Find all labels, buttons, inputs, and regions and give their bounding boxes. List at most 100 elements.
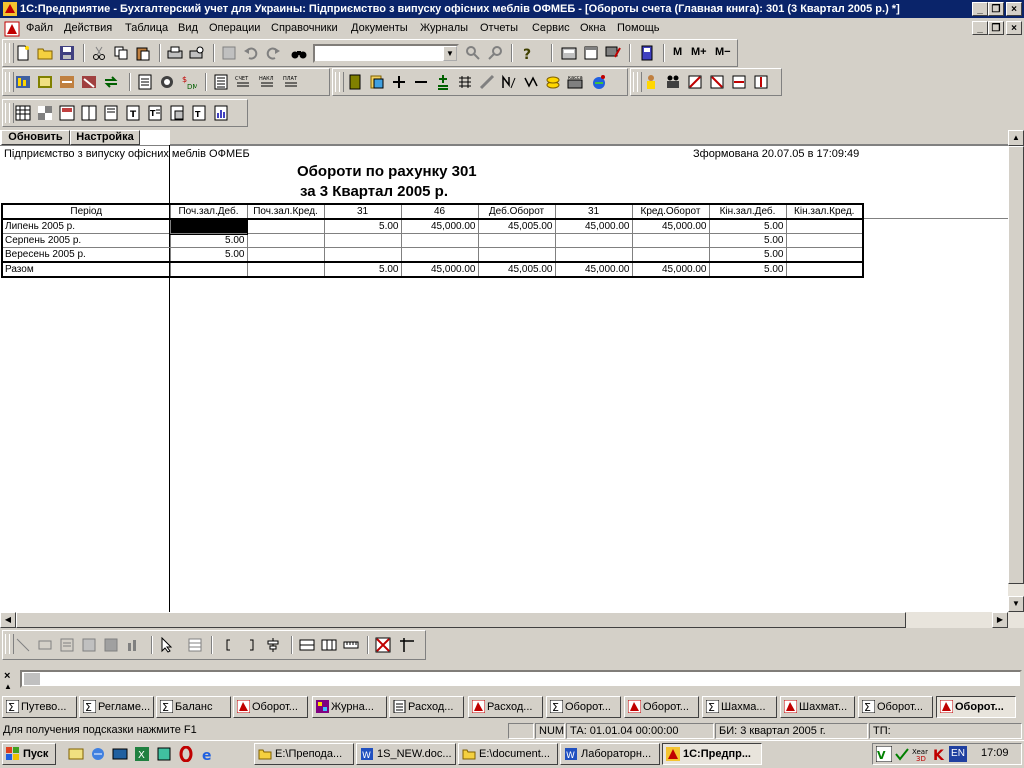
journal-t-list-icon[interactable]: T: [147, 105, 163, 121]
cash-register-icon[interactable]: касса: [567, 74, 583, 90]
child-window-icon[interactable]: [4, 21, 20, 37]
table-cell[interactable]: 5.00: [708, 233, 787, 248]
vertical-scrollbar[interactable]: ▲ ▼: [1008, 130, 1024, 612]
table-cell[interactable]: 5.00: [708, 218, 787, 234]
toolbar-grip[interactable]: [9, 634, 14, 654]
taskbar-task[interactable]: W 1S_NEW.doc...: [356, 743, 456, 765]
excel-icon[interactable]: X: [134, 746, 150, 762]
table-cell[interactable]: [785, 218, 864, 234]
account-card-icon[interactable]: [369, 74, 385, 90]
table-cell[interactable]: 45,005.00: [477, 261, 556, 278]
table-cell[interactable]: 5.00: [323, 261, 402, 278]
message-close-icon[interactable]: ×: [4, 670, 10, 682]
tmts-register-icon[interactable]: [137, 74, 153, 90]
table-cell[interactable]: [631, 233, 710, 248]
horizontal-scrollbar[interactable]: ◀ ▶: [0, 612, 1024, 628]
start-button[interactable]: Пуск: [2, 743, 56, 765]
table-cell[interactable]: 5.00: [169, 233, 248, 248]
new-document-icon[interactable]: [15, 45, 31, 61]
line-tool-icon[interactable]: [15, 637, 31, 653]
clock[interactable]: 17:09: [981, 747, 1009, 759]
find-next-icon[interactable]: [465, 45, 481, 61]
calendar-icon[interactable]: [583, 45, 599, 61]
antivirus-v-icon[interactable]: V: [876, 746, 892, 762]
pointer-arrow-icon[interactable]: [159, 637, 175, 653]
book-icon[interactable]: [639, 45, 655, 61]
memory-add-button[interactable]: M+: [691, 46, 707, 58]
column-header[interactable]: Кін.зал.Кред.: [785, 203, 864, 220]
menu-service[interactable]: Сервис: [532, 22, 570, 34]
table-cell[interactable]: [785, 233, 864, 248]
menu-reports[interactable]: Отчеты: [480, 22, 518, 34]
menu-documents[interactable]: Документы: [351, 22, 408, 34]
opera-icon[interactable]: [178, 746, 194, 762]
language-indicator[interactable]: EN: [949, 746, 967, 762]
table-cell[interactable]: Разом: [1, 261, 171, 278]
search-combo[interactable]: ▼: [313, 44, 459, 63]
minimize-button[interactable]: _: [972, 2, 988, 16]
chart-tool-icon[interactable]: [125, 637, 141, 653]
scroll-up-icon[interactable]: ▲: [1008, 130, 1024, 146]
table-cell[interactable]: [246, 247, 325, 263]
currency-arrows-icon[interactable]: [103, 74, 119, 90]
currency-dm-icon[interactable]: $DM: [181, 74, 197, 90]
document-list-icon[interactable]: [213, 74, 229, 90]
window-tab[interactable]: Σ Шахма...: [702, 696, 777, 718]
chessboard-icon[interactable]: [457, 74, 473, 90]
restore-button[interactable]: ❐: [988, 2, 1004, 16]
paste-icon[interactable]: [135, 45, 151, 61]
menu-operations[interactable]: Операции: [209, 22, 260, 34]
journal-t-icon[interactable]: T: [125, 105, 141, 121]
window-tab[interactable]: Σ Баланс: [156, 696, 231, 718]
table-cell[interactable]: 45,000.00: [400, 218, 479, 234]
window-tab[interactable]: Σ Оборот...: [546, 696, 621, 718]
window-tab[interactable]: Оборот...: [233, 696, 308, 718]
taskbar-task[interactable]: W Лабораторн...: [560, 743, 660, 765]
window-tab[interactable]: Σ Оборот...: [858, 696, 933, 718]
toolbar-grip[interactable]: [339, 72, 344, 92]
text-tool-icon[interactable]: [59, 637, 75, 653]
vacation-icon[interactable]: [731, 74, 747, 90]
table-cell[interactable]: [323, 247, 402, 263]
table-cell[interactable]: 45,000.00: [631, 261, 710, 278]
operations-journal-icon[interactable]: [81, 74, 97, 90]
calculator-icon[interactable]: [561, 45, 577, 61]
cut-icon[interactable]: [91, 45, 107, 61]
menu-journals[interactable]: Журналы: [420, 22, 468, 34]
align-objects-icon[interactable]: [265, 637, 281, 653]
find-previous-icon[interactable]: [487, 45, 503, 61]
payment-order-icon[interactable]: ПЛАТ: [283, 74, 299, 90]
column-header[interactable]: 31: [554, 203, 633, 220]
table-cell[interactable]: [631, 247, 710, 263]
internet-explorer-icon[interactable]: e: [200, 746, 216, 762]
section-columns-icon[interactable]: [321, 637, 337, 653]
settings-button[interactable]: Настройка: [70, 130, 140, 145]
journal-split-icon[interactable]: [81, 105, 97, 121]
toolbar-grip[interactable]: [9, 72, 14, 92]
fixed-area-icon[interactable]: [399, 637, 415, 653]
table-cell[interactable]: [785, 261, 864, 278]
print-preview-icon[interactable]: [189, 45, 205, 61]
journal-t-stack-icon[interactable]: [169, 105, 185, 121]
menu-references[interactable]: Справочники: [271, 22, 338, 34]
journal-orders-icon[interactable]: [59, 105, 75, 121]
scroll-down-icon[interactable]: ▼: [1008, 596, 1024, 612]
table-cell[interactable]: 5.00: [708, 247, 787, 263]
print-icon[interactable]: [167, 45, 183, 61]
table-cell[interactable]: [246, 261, 325, 278]
table-cell[interactable]: [477, 247, 556, 263]
checkmark-icon[interactable]: [894, 746, 910, 762]
table-cell-selected[interactable]: [169, 218, 248, 235]
network-icon[interactable]: [156, 746, 172, 762]
show-desktop-icon[interactable]: [112, 746, 128, 762]
window-tab[interactable]: Оборот...: [624, 696, 699, 718]
fixed-area-remove-icon[interactable]: [375, 637, 391, 653]
table-cell[interactable]: [169, 261, 248, 278]
column-header[interactable]: Кін.зал.Деб.: [708, 203, 787, 220]
chevron-down-icon[interactable]: ▼: [443, 46, 457, 61]
scroll-thumb-horizontal[interactable]: [16, 612, 906, 628]
flow-n-double-icon[interactable]: [523, 74, 539, 90]
window-tab[interactable]: Расход...: [468, 696, 543, 718]
column-header[interactable]: 31: [323, 203, 402, 220]
memory-store-button[interactable]: M: [673, 46, 682, 58]
